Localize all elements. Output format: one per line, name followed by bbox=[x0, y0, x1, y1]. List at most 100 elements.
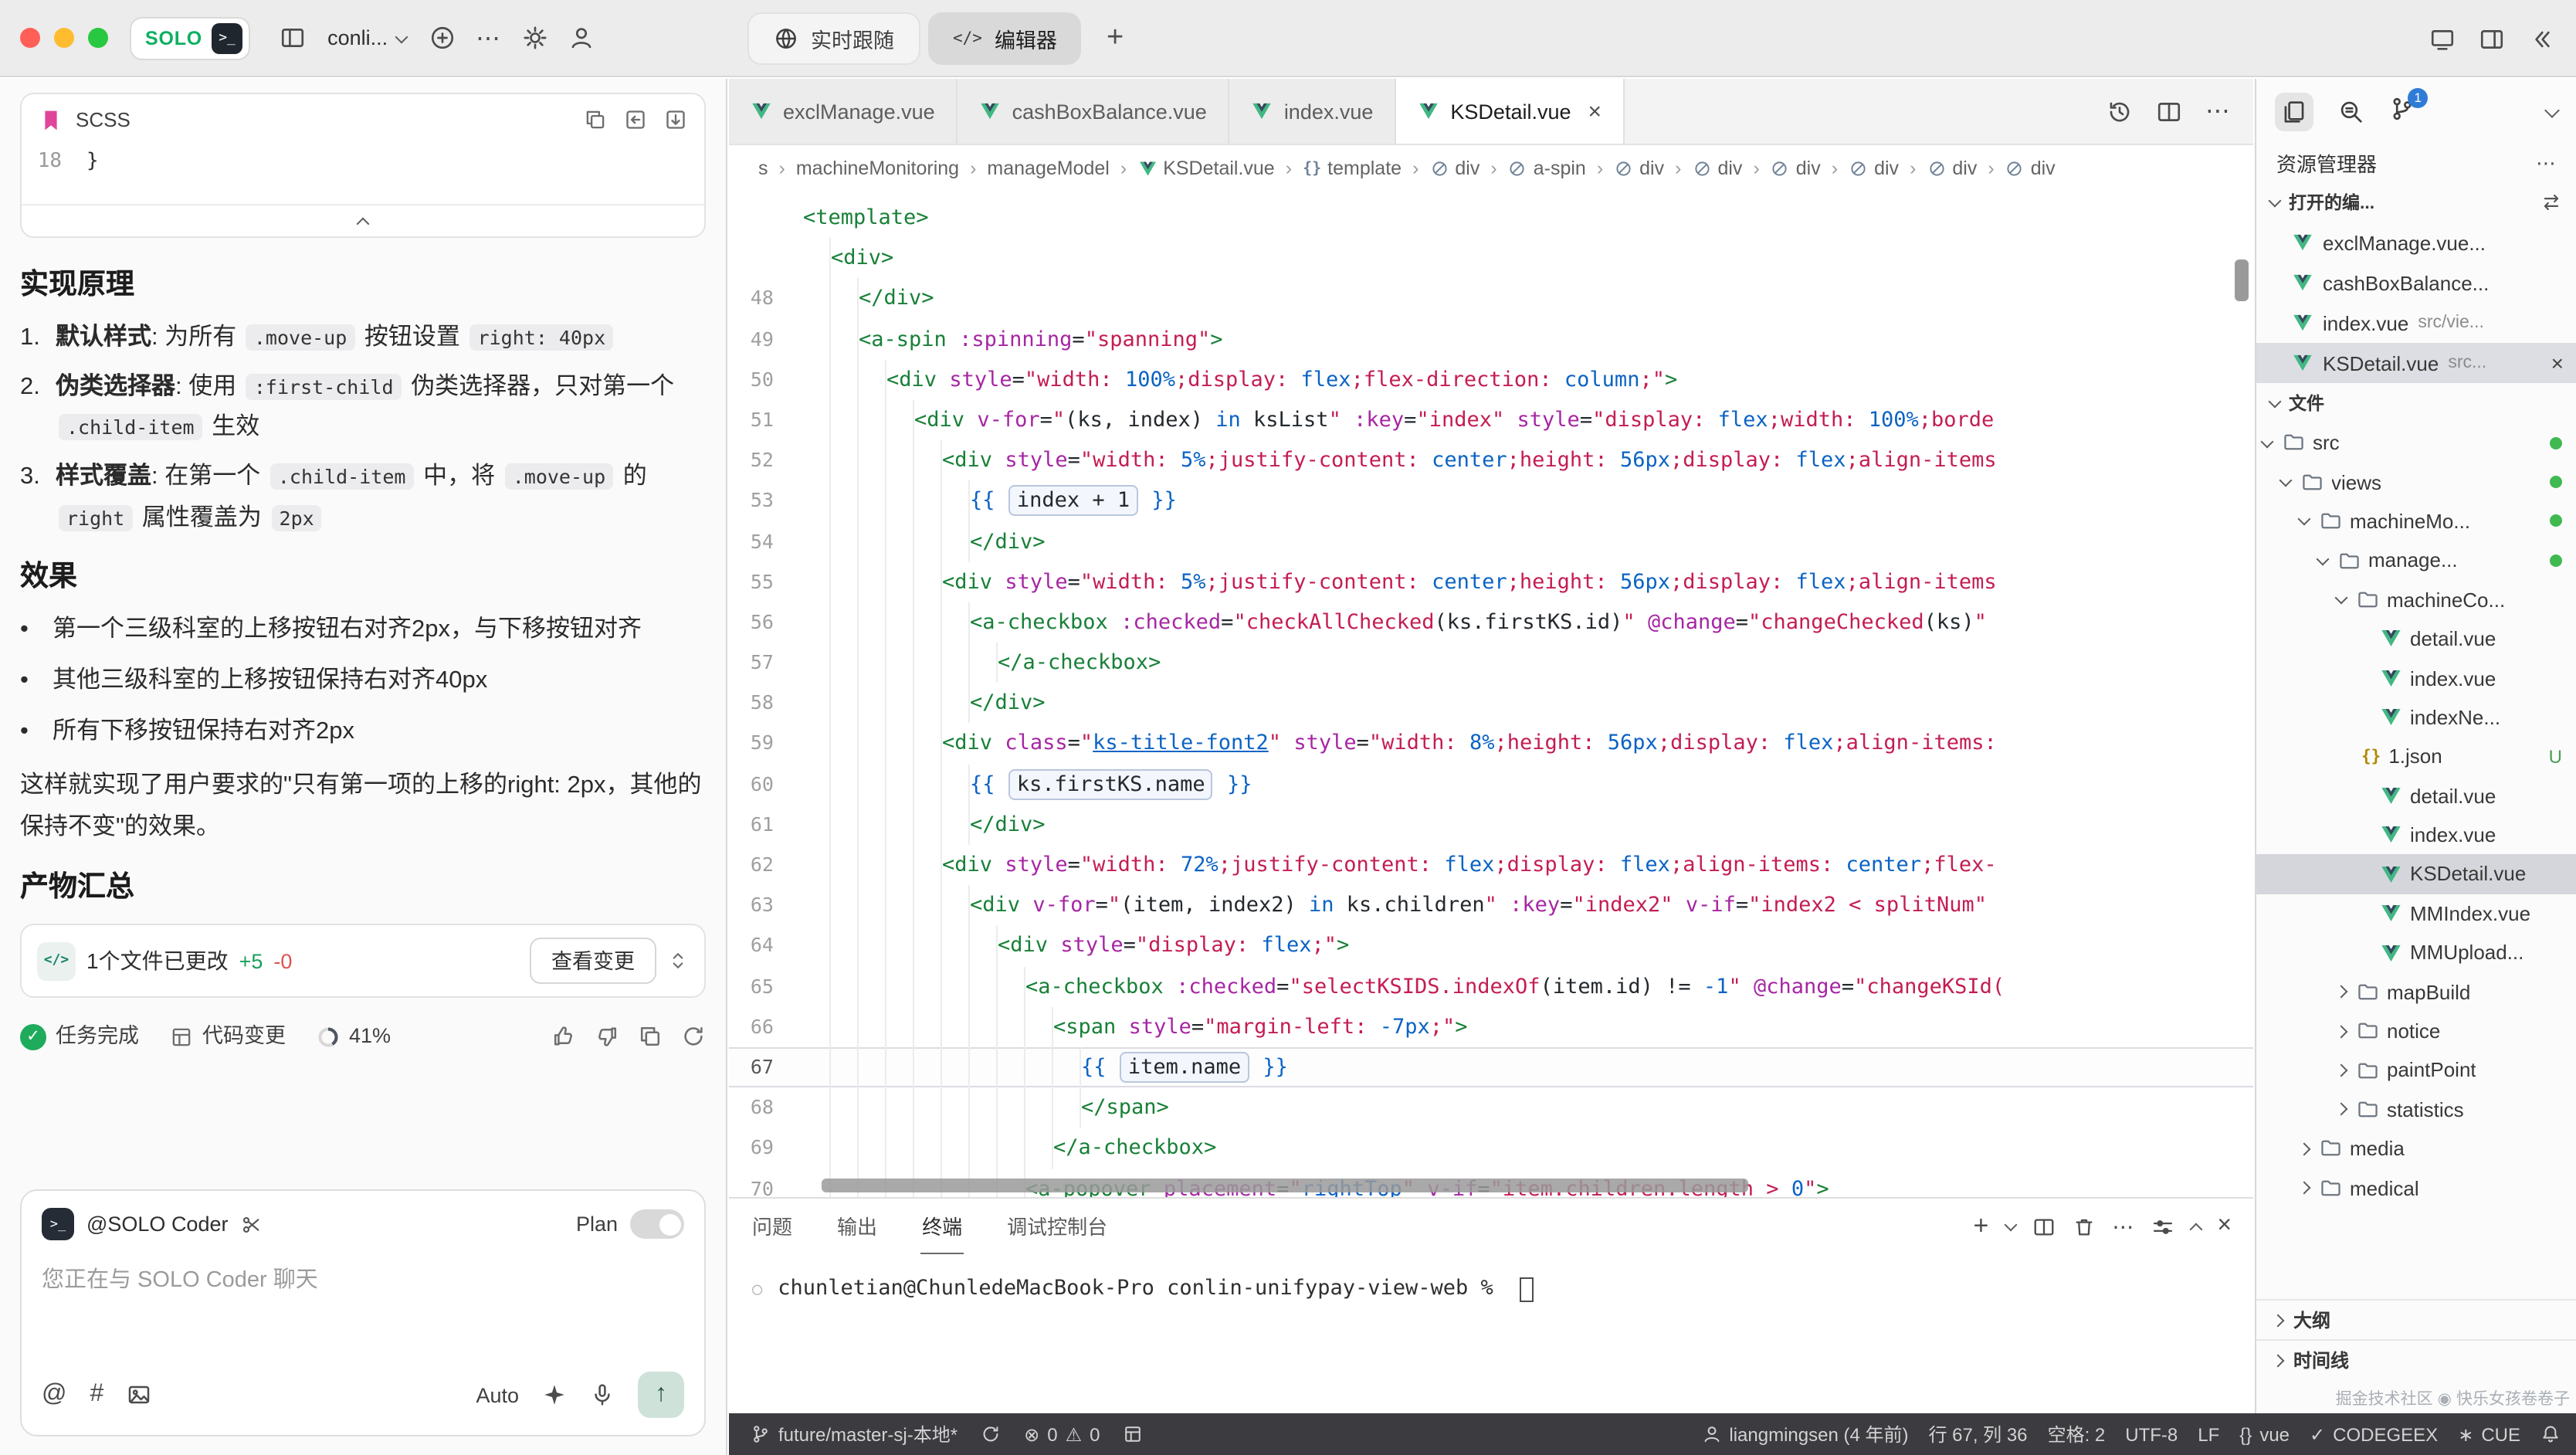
mention-button[interactable]: @ bbox=[42, 1381, 67, 1409]
screen-share-icon[interactable] bbox=[2418, 15, 2465, 62]
tree-item-machineMo...[interactable]: machineMo... bbox=[2256, 502, 2576, 541]
tree-item-views[interactable]: views bbox=[2256, 463, 2576, 502]
tree-item-detail.vue[interactable]: detail.vue bbox=[2256, 776, 2576, 816]
line-number[interactable]: 57 bbox=[729, 643, 803, 683]
code-line[interactable]: 52<div style="width: 5%;justify-content:… bbox=[729, 440, 2253, 480]
tree-item-KSDetail.vue[interactable]: KSDetail.vue bbox=[2256, 855, 2576, 894]
tree-item-MMUpload...[interactable]: MMUpload... bbox=[2256, 933, 2576, 972]
line-number[interactable]: 67 bbox=[729, 1047, 803, 1087]
regenerate-icon[interactable] bbox=[681, 1024, 706, 1049]
horizontal-scrollbar[interactable] bbox=[822, 1179, 1748, 1192]
vertical-scrollbar[interactable] bbox=[2235, 259, 2249, 301]
code-line[interactable]: 49<a-spin :spinning="spanning"> bbox=[729, 319, 2253, 359]
zoom-window-button[interactable] bbox=[88, 28, 108, 48]
files-section-header[interactable]: 文件 bbox=[2256, 383, 2576, 423]
line-number[interactable]: 59 bbox=[729, 724, 803, 764]
expand-icon[interactable] bbox=[667, 951, 689, 972]
account-avatar-icon[interactable] bbox=[558, 15, 604, 61]
indentation-status[interactable]: 空格: 2 bbox=[2048, 1421, 2106, 1447]
line-number[interactable]: 69 bbox=[729, 1128, 803, 1168]
breadcrumb-item[interactable]: s bbox=[758, 158, 768, 179]
line-number[interactable]: 68 bbox=[729, 1087, 803, 1128]
split-terminal-icon[interactable] bbox=[2032, 1215, 2055, 1238]
breadcrumb-item[interactable]: {}template bbox=[1303, 158, 1402, 179]
code-line[interactable]: <div> bbox=[729, 238, 2253, 278]
code-line[interactable]: 59<div class="ks-title-font2" style="wid… bbox=[729, 724, 2253, 764]
model-auto-select[interactable]: Auto bbox=[476, 1383, 519, 1406]
thumbs-up-icon[interactable] bbox=[551, 1024, 576, 1049]
tree-item-index.vue[interactable]: index.vue bbox=[2256, 816, 2576, 855]
terminal-tab-调试控制台[interactable]: 调试控制台 bbox=[1005, 1199, 1109, 1254]
solo-badge[interactable]: SOLO >_ bbox=[130, 16, 250, 59]
terminal-more-icon[interactable]: ⋯ bbox=[2112, 1213, 2134, 1240]
terminal-dropdown-icon[interactable] bbox=[2004, 1219, 2017, 1232]
breadcrumb-item[interactable]: div bbox=[1614, 158, 1664, 179]
outline-section-header[interactable]: 大纲 bbox=[2256, 1299, 2576, 1339]
image-upload-icon[interactable] bbox=[127, 1382, 151, 1407]
insert-code-icon[interactable] bbox=[624, 108, 647, 131]
copy-message-icon[interactable] bbox=[638, 1024, 663, 1049]
kill-terminal-icon[interactable] bbox=[2072, 1215, 2095, 1238]
line-number[interactable]: 48 bbox=[729, 279, 803, 319]
more-views-chevron-icon[interactable] bbox=[2544, 102, 2560, 117]
editor-tab-exclManage.vue[interactable]: exclManage.vue bbox=[729, 79, 958, 144]
breadcrumb-item[interactable]: div bbox=[1849, 158, 1899, 179]
line-number[interactable]: 49 bbox=[729, 319, 803, 359]
tree-item-detail.vue[interactable]: detail.vue bbox=[2256, 619, 2576, 659]
tree-item-machineCo...[interactable]: machineCo... bbox=[2256, 580, 2576, 619]
code-changes-icon[interactable] bbox=[170, 1025, 193, 1048]
maximize-panel-icon[interactable] bbox=[2189, 1223, 2202, 1236]
terminal-settings-icon[interactable] bbox=[2151, 1215, 2174, 1238]
tab-editor[interactable]: </> 编辑器 bbox=[928, 12, 1082, 65]
tree-item-paintPoint[interactable]: paintPoint bbox=[2256, 1051, 2576, 1090]
tree-item-media[interactable]: media bbox=[2256, 1129, 2576, 1168]
breadcrumb-item[interactable]: div bbox=[1771, 158, 1821, 179]
encoding-status[interactable]: UTF-8 bbox=[2125, 1423, 2178, 1445]
more-icon[interactable]: ⋯ bbox=[465, 15, 511, 61]
tab-live-follow[interactable]: 实时跟随 bbox=[747, 12, 920, 65]
terminal-tab-终端[interactable]: 终端 bbox=[920, 1199, 964, 1254]
code-line[interactable]: 63<div v-for="(item, index2) in ks.child… bbox=[729, 885, 2253, 925]
context-button[interactable]: # bbox=[90, 1381, 104, 1409]
copy-code-icon[interactable] bbox=[584, 108, 607, 131]
open-editor-item[interactable]: index.vuesrc/vie... bbox=[2256, 303, 2576, 343]
tree-item-indexNe...[interactable]: indexNe... bbox=[2256, 697, 2576, 737]
collapse-icon[interactable] bbox=[2517, 15, 2564, 62]
line-number[interactable] bbox=[729, 238, 803, 278]
thumbs-down-icon[interactable] bbox=[595, 1024, 619, 1049]
breadcrumb-item[interactable]: div bbox=[1429, 158, 1480, 179]
line-number[interactable]: 64 bbox=[729, 926, 803, 966]
source-control-view-icon[interactable]: 1 bbox=[2389, 96, 2415, 127]
line-number[interactable]: 62 bbox=[729, 845, 803, 885]
tree-item-mapBuild[interactable]: mapBuild bbox=[2256, 972, 2576, 1012]
line-number[interactable]: 70 bbox=[729, 1168, 803, 1197]
editor-tab-cashBoxBalance.vue[interactable]: cashBoxBalance.vue bbox=[958, 79, 1230, 144]
line-number[interactable]: 54 bbox=[729, 521, 803, 561]
chat-input[interactable]: 您正在与 SOLO Coder 聊天 bbox=[42, 1262, 684, 1372]
editor-tab-KSDetail.vue[interactable]: KSDetail.vue× bbox=[1396, 79, 1625, 144]
tree-item-notice[interactable]: notice bbox=[2256, 1012, 2576, 1051]
open-editors-section-header[interactable]: 打开的编... bbox=[2256, 182, 2576, 222]
breadcrumb-item[interactable]: div bbox=[1692, 158, 1742, 179]
code-line[interactable]: 57</a-checkbox> bbox=[729, 643, 2253, 683]
breadcrumb-item[interactable]: machineMonitoring bbox=[796, 158, 959, 179]
open-editor-item[interactable]: exclManage.vue... bbox=[2256, 222, 2576, 263]
enhance-prompt-icon[interactable] bbox=[542, 1382, 567, 1407]
line-number[interactable]: 65 bbox=[729, 966, 803, 1006]
more-actions-icon[interactable]: ⋯ bbox=[2195, 88, 2241, 134]
breadcrumb-item[interactable]: manageModel bbox=[987, 158, 1109, 179]
code-line[interactable]: 69</a-checkbox> bbox=[729, 1128, 2253, 1168]
language-mode-status[interactable]: {}vue bbox=[2239, 1423, 2290, 1445]
close-window-button[interactable] bbox=[20, 28, 40, 48]
apply-code-icon[interactable] bbox=[664, 108, 687, 131]
line-number[interactable]: 58 bbox=[729, 683, 803, 724]
minimize-window-button[interactable] bbox=[54, 28, 74, 48]
codegeex-status[interactable]: ✓CODEGEEX bbox=[2310, 1423, 2438, 1445]
code-line[interactable]: 64<div style="display: flex;"> bbox=[729, 926, 2253, 966]
code-line[interactable]: 58</div> bbox=[729, 683, 2253, 724]
tree-item-MMIndex.vue[interactable]: MMIndex.vue bbox=[2256, 894, 2576, 933]
breadcrumb-item[interactable]: div bbox=[1927, 158, 1977, 179]
split-editor-icon[interactable] bbox=[2145, 88, 2191, 134]
code-line[interactable]: 67{{ item.name }} bbox=[729, 1047, 2253, 1087]
toggle-right-panel-icon[interactable] bbox=[2468, 15, 2514, 62]
